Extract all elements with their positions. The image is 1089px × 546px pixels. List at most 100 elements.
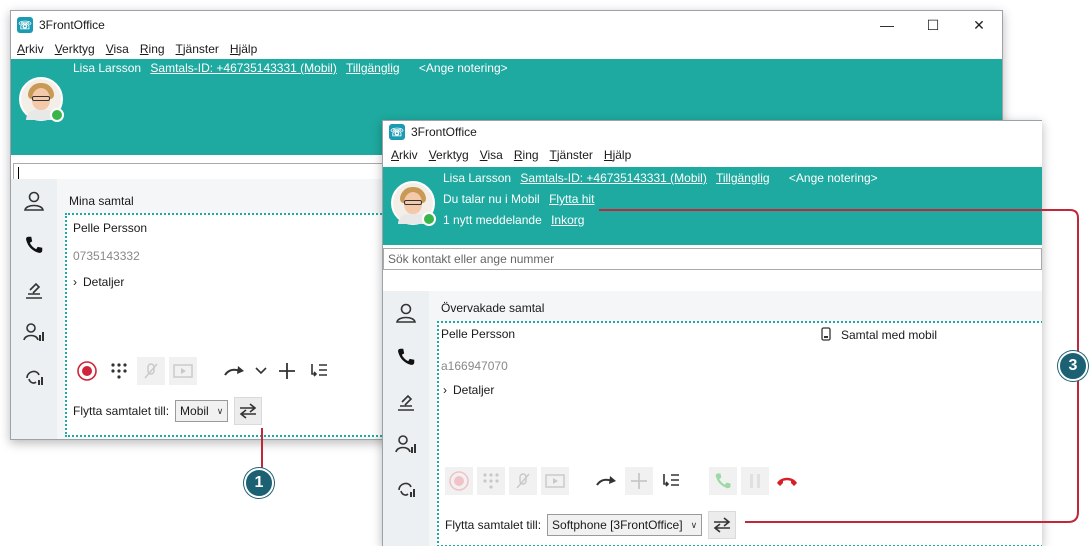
- answer-icon[interactable]: [709, 467, 737, 495]
- add-call-icon[interactable]: [273, 357, 301, 385]
- move-target-select[interactable]: Mobil ∨: [175, 400, 229, 422]
- sidebar: [11, 179, 57, 439]
- menu-hjalp[interactable]: Hjälp: [604, 148, 631, 162]
- app-logo-icon: ☏: [17, 17, 33, 33]
- forward-icon[interactable]: [593, 467, 621, 495]
- caller-number: a166947070: [441, 359, 508, 373]
- mobile-text: Du talar nu i Mobil: [443, 192, 540, 206]
- sidebar: [383, 291, 429, 546]
- chevron-right-icon: ›: [73, 275, 77, 289]
- close-icon[interactable]: ✕: [956, 11, 1002, 39]
- menu-tjanster[interactable]: Tjänster: [550, 148, 593, 162]
- section-title: Övervakade samtal: [441, 301, 545, 315]
- avatar[interactable]: [391, 181, 436, 226]
- video-icon[interactable]: [169, 357, 197, 385]
- messages-line: 1 nytt meddelande Inkorg: [443, 213, 584, 227]
- call-list-icon[interactable]: [305, 357, 333, 385]
- caller-id-link[interactable]: Samtals-ID: +46735143331 (Mobil): [520, 171, 706, 185]
- details-toggle[interactable]: › Detaljer: [443, 383, 494, 397]
- sidebar-queue-icon[interactable]: [11, 355, 57, 399]
- caller-id-link[interactable]: Samtals-ID: +46735143331 (Mobil): [150, 61, 336, 75]
- menu-ring[interactable]: Ring: [514, 148, 539, 162]
- search-placeholder: Sök kontakt eller ange nummer: [388, 252, 555, 266]
- callout-badge-3: 3: [1058, 351, 1088, 381]
- user-name: Lisa Larsson: [73, 61, 142, 75]
- sidebar-colleagues-icon[interactable]: [383, 423, 429, 467]
- menu-arkiv[interactable]: Arkiv: [17, 42, 44, 56]
- user-name: Lisa Larsson: [443, 171, 512, 185]
- caller-number: 0735143332: [73, 249, 140, 263]
- chevron-down-icon: ∨: [690, 519, 698, 530]
- chevron-right-icon: ›: [443, 383, 447, 397]
- transfer-arrows-icon: [713, 517, 731, 533]
- menu-visa[interactable]: Visa: [480, 148, 503, 162]
- move-call-label: Flytta samtalet till:: [73, 404, 170, 418]
- menu-verktyg[interactable]: Verktyg: [429, 148, 469, 162]
- chevron-down-icon: ∨: [216, 405, 224, 416]
- hold-icon[interactable]: [741, 467, 769, 495]
- mobile-line: Du talar nu i Mobil Flytta hit: [443, 192, 594, 206]
- status-link[interactable]: Tillgänglig: [716, 171, 770, 185]
- call-toolbar: [73, 357, 337, 385]
- transfer-button[interactable]: [708, 511, 737, 539]
- sidebar-calls-icon[interactable]: [383, 335, 429, 379]
- status-link[interactable]: Tillgänglig: [346, 61, 400, 75]
- user-header: Lisa Larsson Samtals-ID: +46735143331 (M…: [383, 167, 1042, 245]
- front-window: ☏ 3FrontOffice Arkiv Verktyg Visa Ring T…: [382, 120, 1042, 546]
- note-field[interactable]: <Ange notering>: [419, 61, 508, 75]
- window-title: 3FrontOffice: [39, 18, 105, 32]
- presence-dot-icon: [422, 212, 436, 226]
- user-info-line: Lisa Larsson Samtals-ID: +46735143331 (M…: [443, 171, 878, 185]
- menu-ring[interactable]: Ring: [140, 42, 165, 56]
- sidebar-contacts-icon[interactable]: [11, 179, 57, 223]
- inbox-link[interactable]: Inkorg: [551, 213, 584, 227]
- window-title: 3FrontOffice: [411, 125, 477, 139]
- hangup-icon[interactable]: [773, 467, 801, 495]
- title-bar: ☏ 3FrontOffice: [383, 121, 1042, 143]
- search-input[interactable]: Sök kontakt eller ange nummer: [383, 248, 1042, 270]
- move-call-row: Flytta samtalet till: Mobil ∨: [73, 397, 263, 425]
- menu-hjalp[interactable]: Hjälp: [230, 42, 257, 56]
- menu-bar: Arkiv Verktyg Visa Ring Tjänster Hjälp: [383, 143, 1042, 167]
- caller-name: Pelle Persson: [73, 221, 148, 235]
- sidebar-queue-icon[interactable]: [383, 467, 429, 511]
- transfer-button[interactable]: [234, 397, 263, 425]
- move-here-link[interactable]: Flytta hit: [549, 192, 594, 206]
- window-controls: — ☐ ✕: [864, 11, 1002, 39]
- add-call-icon[interactable]: [625, 467, 653, 495]
- record-icon[interactable]: [73, 357, 101, 385]
- presence-dot-icon: [50, 108, 64, 122]
- mute-icon[interactable]: [137, 357, 165, 385]
- sidebar-colleagues-icon[interactable]: [11, 311, 57, 355]
- keypad-icon[interactable]: [477, 467, 505, 495]
- sidebar-calls-icon[interactable]: [11, 223, 57, 267]
- call-panel: Pelle Persson Samtal med mobil a16694707…: [437, 321, 1042, 546]
- callout-badge-1: 1: [244, 468, 274, 498]
- minimize-icon[interactable]: —: [864, 11, 910, 39]
- app-logo-icon: ☏: [389, 124, 405, 140]
- video-icon[interactable]: [541, 467, 569, 495]
- move-call-row: Flytta samtalet till: Softphone [3FrontO…: [445, 511, 737, 539]
- messages-text: 1 nytt meddelande: [443, 213, 542, 227]
- forward-icon[interactable]: [221, 357, 249, 385]
- sidebar-switchboard-icon[interactable]: [11, 267, 57, 311]
- chevron-down-icon[interactable]: [253, 357, 269, 385]
- call-status: Samtal med mobil: [821, 327, 937, 342]
- call-list-icon[interactable]: [657, 467, 685, 495]
- record-icon[interactable]: [445, 467, 473, 495]
- menu-verktyg[interactable]: Verktyg: [55, 42, 95, 56]
- call-toolbar: [445, 467, 805, 495]
- avatar[interactable]: [19, 77, 64, 122]
- menu-arkiv[interactable]: Arkiv: [391, 148, 418, 162]
- keypad-icon[interactable]: [105, 357, 133, 385]
- transfer-arrows-icon: [240, 403, 257, 419]
- details-toggle[interactable]: › Detaljer: [73, 275, 124, 289]
- mute-icon[interactable]: [509, 467, 537, 495]
- move-target-select[interactable]: Softphone [3FrontOffice] ∨: [547, 514, 703, 536]
- menu-visa[interactable]: Visa: [106, 42, 129, 56]
- menu-tjanster[interactable]: Tjänster: [176, 42, 219, 56]
- sidebar-switchboard-icon[interactable]: [383, 379, 429, 423]
- note-field[interactable]: <Ange notering>: [789, 171, 878, 185]
- sidebar-contacts-icon[interactable]: [383, 291, 429, 335]
- maximize-icon[interactable]: ☐: [910, 11, 956, 39]
